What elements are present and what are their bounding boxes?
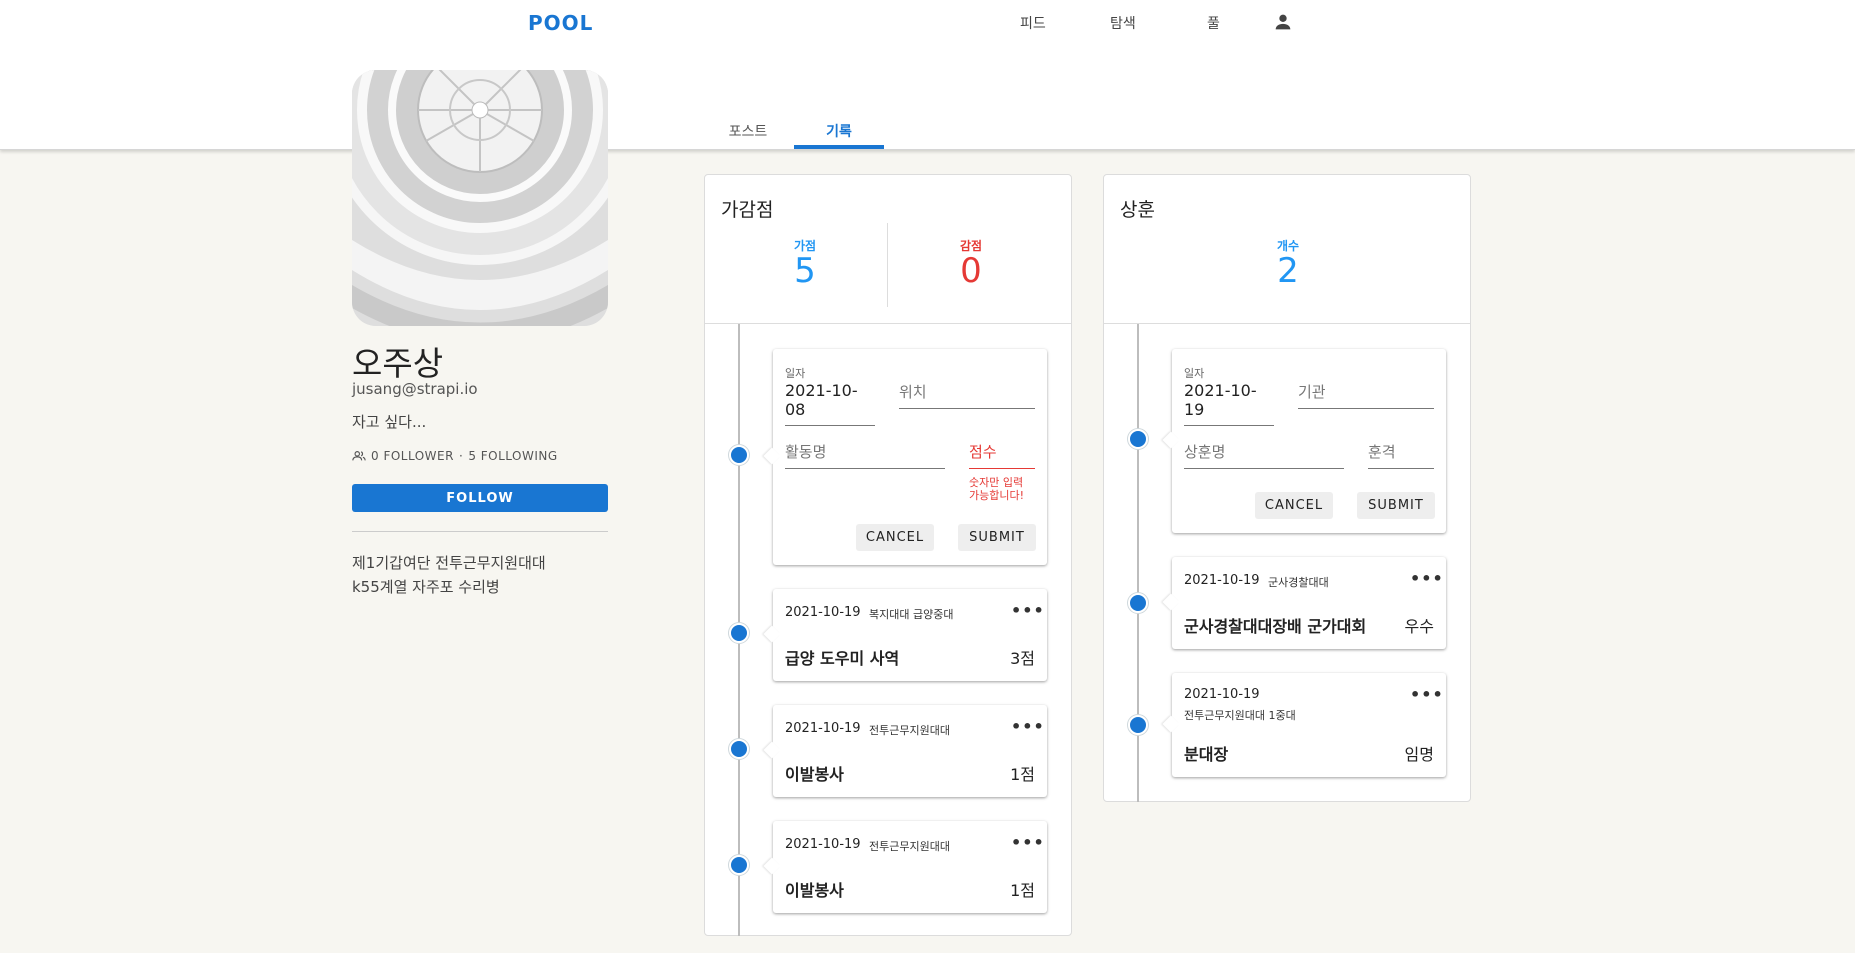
record-score: 1점 <box>1010 881 1035 900</box>
record-title: 이발봉사 <box>785 881 844 900</box>
app-logo[interactable]: POOL <box>528 11 593 35</box>
score-input[interactable]: 점수 <box>969 441 1035 469</box>
award-name-input[interactable]: 상훈명 <box>1184 441 1344 469</box>
nav-feed[interactable]: 피드 <box>1020 13 1046 33</box>
record-title: 분대장 <box>1184 745 1229 764</box>
record-grade: 우수 <box>1404 617 1434 636</box>
bio-line-2: k55계열 자주포 수리병 <box>352 578 500 596</box>
award-record-card[interactable]: 2021-10-19 군사경찰대대 ••• 군사경찰대대장배 군가대회 우수 <box>1172 557 1446 649</box>
points-panel-title: 가감점 <box>721 199 774 221</box>
follow-button[interactable]: FOLLOW <box>352 484 608 512</box>
points-panel: 가감점 가점 5 감점 0 일자 2021-10-08 위치 활동명 점수 숫자… <box>704 174 1072 936</box>
points-record-card[interactable]: 2021-10-19 전투근무지원대대 ••• 이발봉사 1점 <box>773 705 1047 797</box>
record-grade: 임명 <box>1404 745 1434 764</box>
activity-input[interactable]: 활동명 <box>785 441 945 469</box>
follower-count[interactable]: 0 FOLLOWER <box>371 449 454 463</box>
date-input[interactable]: 2021-10-19 <box>1184 381 1274 426</box>
points-record-card[interactable]: 2021-10-19 전투근무지원대대 ••• 이발봉사 1점 <box>773 821 1047 913</box>
date-label: 일자 <box>1184 367 1205 380</box>
submit-button[interactable]: SUBMIT <box>958 524 1036 551</box>
more-options-icon[interactable]: ••• <box>1011 717 1045 736</box>
bio-line-1: 제1기갑여단 전투근무지원대대 <box>352 554 546 572</box>
record-title: 군사경찰대대장배 군가대회 <box>1184 617 1367 636</box>
score-error-line-2: 가능합니다! <box>969 489 1025 502</box>
profile-bio: 제1기갑여단 전투근무지원대대 k55계열 자주포 수리병 <box>352 551 546 599</box>
profile-email: jusang@strapi.io <box>352 380 478 398</box>
timeline-dot <box>729 855 749 875</box>
record-org: 전투근무지원대대 <box>869 840 950 853</box>
record-date: 2021-10-19 <box>1184 687 1260 702</box>
points-form-card: 일자 2021-10-08 위치 활동명 점수 숫자만 입력 가능합니다! CA… <box>773 349 1047 565</box>
timeline-dot <box>1128 429 1148 449</box>
record-org: 군사경찰대대 <box>1268 576 1329 589</box>
people-icon <box>352 451 366 461</box>
minus-value: 0 <box>960 251 982 291</box>
submit-button[interactable]: SUBMIT <box>1357 492 1435 519</box>
profile-status: 자고 싶다... <box>352 413 427 431</box>
profile-name: 오주상 <box>352 344 444 383</box>
timeline-dot <box>1128 715 1148 735</box>
grade-input[interactable]: 훈격 <box>1368 441 1434 469</box>
awards-form-card: 일자 2021-10-19 기관 상훈명 훈격 CANCEL SUBMIT <box>1172 349 1446 533</box>
more-options-icon[interactable]: ••• <box>1011 601 1045 620</box>
timeline-dot <box>729 739 749 759</box>
timeline-dot <box>1128 593 1148 613</box>
score-error-line-1: 숫자만 입력 <box>969 476 1024 489</box>
more-options-icon[interactable]: ••• <box>1410 685 1444 704</box>
record-title: 급양 도우미 사역 <box>785 649 900 668</box>
profile-photo <box>352 70 608 326</box>
tab-posts[interactable]: 포스트 <box>715 121 781 149</box>
more-options-icon[interactable]: ••• <box>1011 833 1045 852</box>
timeline-dot <box>729 623 749 643</box>
cancel-button[interactable]: CANCEL <box>856 524 934 551</box>
record-score: 3점 <box>1010 649 1035 668</box>
follow-stats: 0 FOLLOWER · 5 FOLLOWING <box>352 449 558 463</box>
top-app-bar <box>0 0 1855 150</box>
record-org: 전투근무지원대대 <box>869 724 950 737</box>
person-icon[interactable] <box>1272 11 1294 33</box>
following-count[interactable]: 5 FOLLOWING <box>468 449 557 463</box>
date-input[interactable]: 2021-10-08 <box>785 381 875 426</box>
record-date: 2021-10-19 <box>785 837 861 852</box>
cancel-button[interactable]: CANCEL <box>1255 492 1333 519</box>
timeline-dot <box>729 445 749 465</box>
tab-records[interactable]: 기록 <box>794 121 884 149</box>
nav-explore[interactable]: 탐색 <box>1110 13 1136 33</box>
nav-pool[interactable]: 풀 <box>1207 13 1220 33</box>
plus-value: 5 <box>794 251 816 291</box>
avatar <box>352 70 608 326</box>
award-record-card[interactable]: 2021-10-19 전투근무지원대대 1중대 ••• 분대장 임명 <box>1172 673 1446 777</box>
record-title: 이발봉사 <box>785 765 844 784</box>
points-record-card[interactable]: 2021-10-19 복지대대 급양중대 ••• 급양 도우미 사역 3점 <box>773 589 1047 681</box>
record-score: 1점 <box>1010 765 1035 784</box>
awards-panel: 상훈 개수 2 일자 2021-10-19 기관 상훈명 훈격 CANCEL S… <box>1103 174 1471 802</box>
awards-panel-title: 상훈 <box>1120 199 1155 221</box>
agency-input[interactable]: 기관 <box>1298 381 1434 409</box>
record-org: 전투근무지원대대 1중대 <box>1184 709 1296 722</box>
count-value: 2 <box>1277 251 1299 291</box>
profile-divider <box>352 531 608 532</box>
location-input[interactable]: 위치 <box>899 381 1035 409</box>
record-date: 2021-10-19 <box>785 721 861 736</box>
stats-separator: · <box>458 449 464 463</box>
more-options-icon[interactable]: ••• <box>1410 569 1444 588</box>
record-date: 2021-10-19 <box>785 605 861 620</box>
stat-divider <box>887 223 888 307</box>
date-label: 일자 <box>785 367 806 380</box>
panel-separator <box>1104 323 1470 324</box>
record-date: 2021-10-19 <box>1184 573 1260 588</box>
panel-separator <box>705 323 1071 324</box>
record-org: 복지대대 급양중대 <box>869 608 954 621</box>
